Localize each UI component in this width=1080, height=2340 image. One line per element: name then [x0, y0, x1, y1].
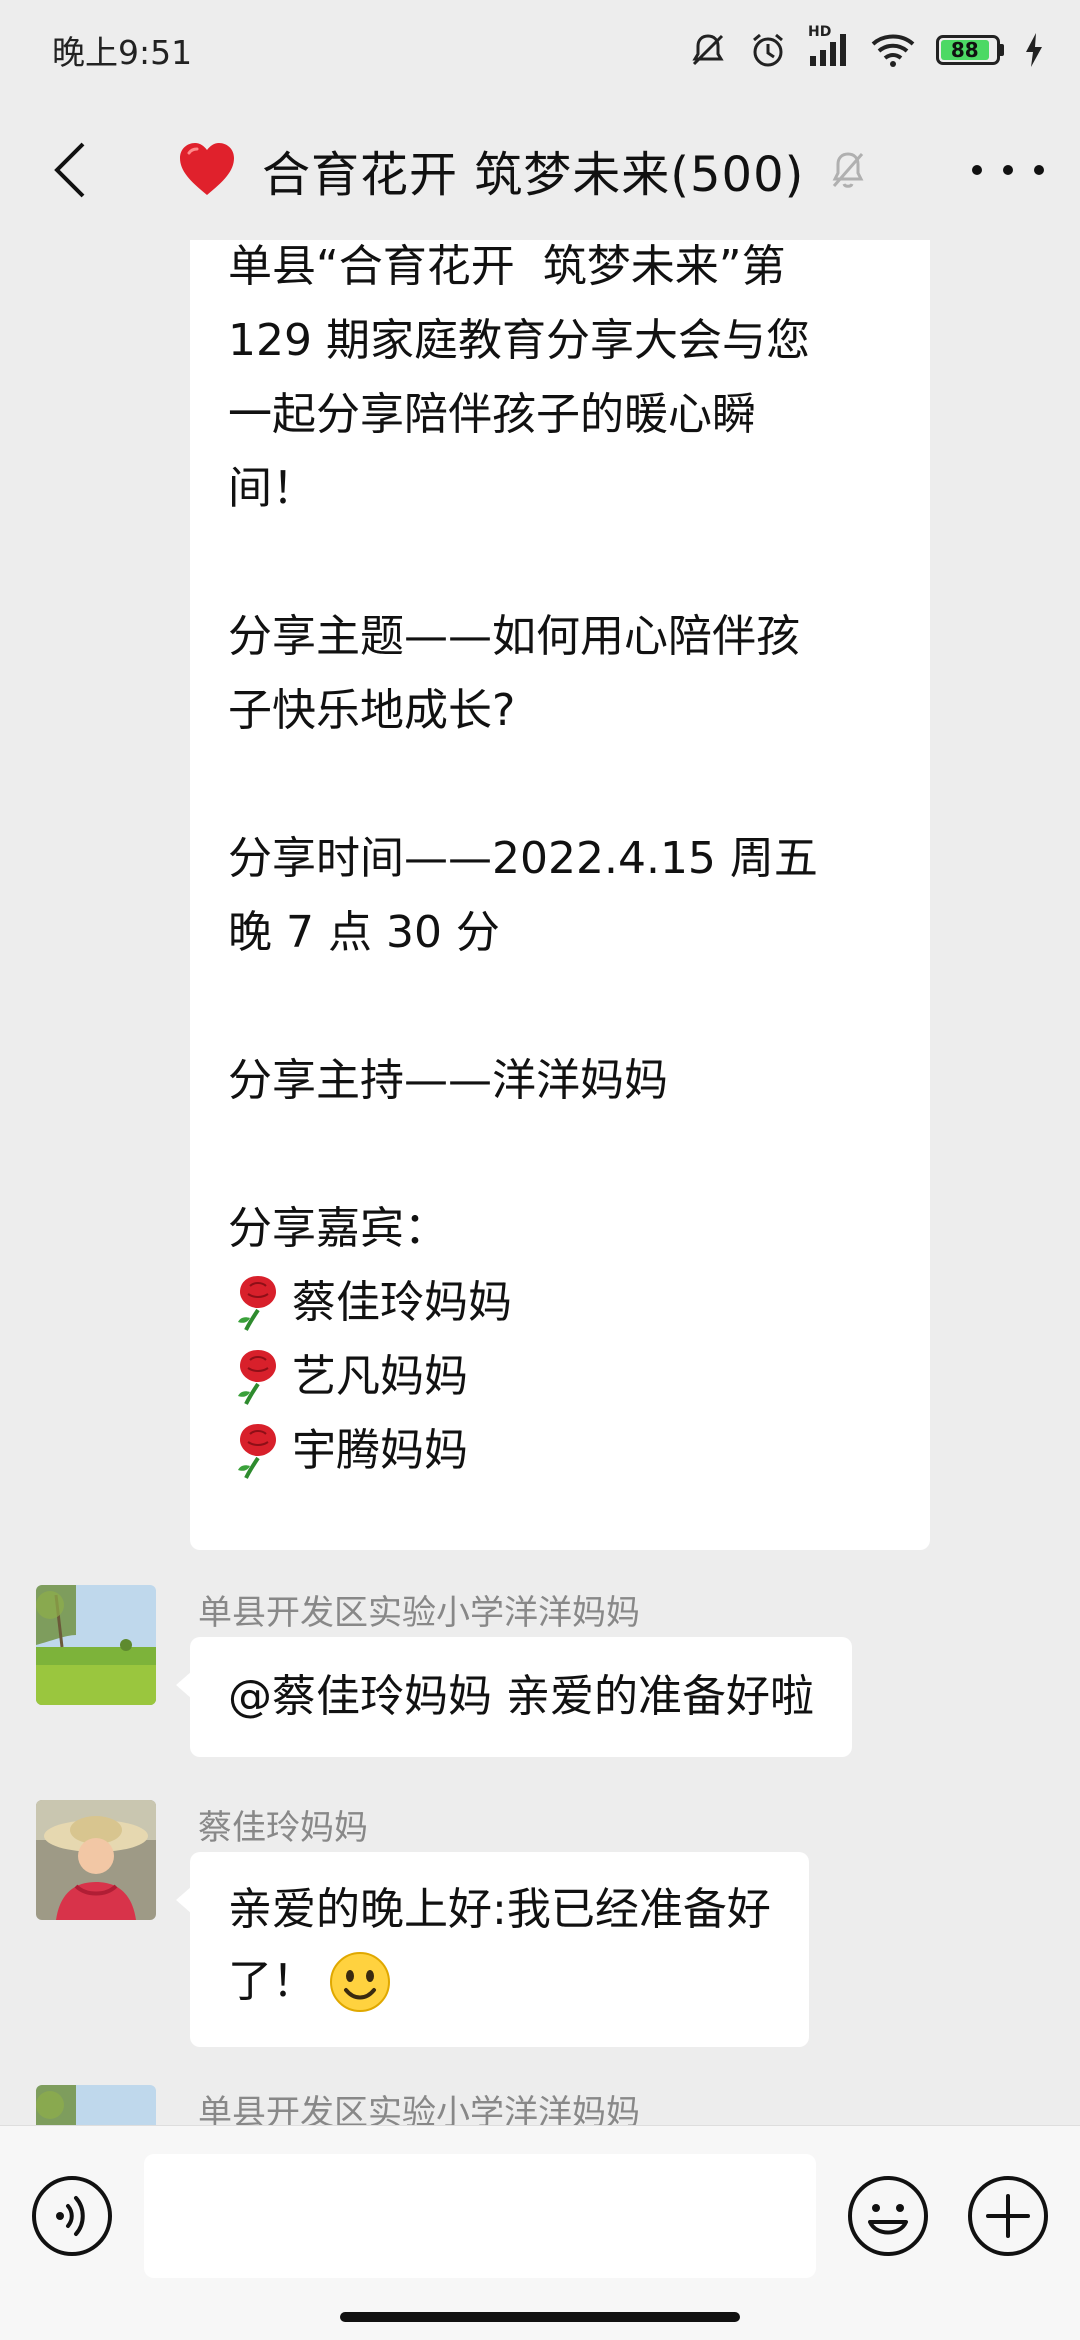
heart-icon — [180, 143, 234, 195]
chat-title: 合育花开 筑梦未来(500) — [262, 147, 805, 203]
landscape-avatar-image — [36, 2085, 156, 2125]
message-text-line: 单县“合育花开 筑梦未来”第 — [228, 241, 786, 292]
dot-icon — [1003, 165, 1013, 175]
message-text-line: 间！ — [228, 463, 316, 514]
avatar[interactable] — [36, 2085, 156, 2125]
chat-message: 单县开发区实验小学洋洋妈妈 — [36, 2085, 1044, 2125]
message-bubble[interactable]: 亲爱的晚上好:我已经准备好 了！ — [176, 1852, 809, 2047]
mute-notifications-icon — [692, 34, 724, 66]
announcement-message-bubble[interactable]: 单县“合育花开 筑梦未来”第 129 期家庭教育分享大会与您 一起分享陪伴孩子的… — [190, 240, 930, 1550]
guest-name: 蔡佳玲妈妈 — [292, 1277, 512, 1328]
rose-icon — [238, 1350, 276, 1405]
guest-line: 宇腾妈妈 — [228, 1414, 892, 1488]
voice-input-button[interactable] — [30, 2174, 114, 2258]
status-bar: 晚上9:51 HD 88 — [0, 0, 1080, 100]
status-icons: HD 88 — [688, 24, 1044, 70]
message-text-line: 晚 7 点 30 分 — [228, 907, 500, 958]
message-text-line: 分享嘉宾： — [228, 1203, 448, 1254]
sender-name: 单县开发区实验小学洋洋妈妈 — [198, 2093, 640, 2125]
landscape-avatar-image — [36, 1585, 156, 1705]
message-text-line: 一起分享陪伴孩子的暖心瞬 — [228, 389, 756, 440]
avatar[interactable] — [36, 1800, 156, 1920]
emoji-button[interactable] — [846, 2174, 930, 2258]
chat-input-bar — [0, 2125, 1080, 2340]
message-bubble[interactable]: @蔡佳玲妈妈 亲爱的准备好啦 — [176, 1637, 852, 1757]
sender-name: 单县开发区实验小学洋洋妈妈 — [198, 1593, 640, 1633]
guest-name: 宇腾妈妈 — [292, 1425, 468, 1476]
message-text-line: 子快乐地成长? — [228, 685, 516, 736]
battery-level: 88 — [941, 40, 989, 60]
smile-emoji-icon — [330, 1952, 390, 2012]
dot-icon — [972, 165, 982, 175]
chat-message: 单县开发区实验小学洋洋妈妈 @蔡佳玲妈妈 亲爱的准备好啦 — [36, 1585, 1044, 1765]
more-functions-button[interactable] — [966, 2174, 1050, 2258]
chat-message-list[interactable]: 单县“合育花开 筑梦未来”第 129 期家庭教育分享大会与您 一起分享陪伴孩子的… — [0, 240, 1080, 2125]
message-text-line: 分享时间——2022.4.15 周五 — [228, 833, 818, 884]
chat-header: 合育花开 筑梦未来(500) — [0, 100, 1080, 240]
cellular-signal-icon: HD — [808, 24, 850, 68]
chat-title-group: 合育花开 筑梦未来(500) — [176, 128, 868, 212]
guest-name: 艺凡妈妈 — [292, 1351, 468, 1402]
voice-icon — [32, 2176, 112, 2256]
back-button[interactable] — [40, 136, 100, 204]
plus-icon — [968, 2176, 1048, 2256]
avatar[interactable] — [36, 1585, 156, 1705]
wifi-icon — [871, 34, 915, 67]
person-avatar-image — [36, 1800, 156, 1920]
dot-icon — [1034, 165, 1044, 175]
message-text-line: 分享主题——如何用心陪伴孩 — [228, 611, 800, 662]
message-text-line: 亲爱的晚上好:我已经准备好 — [228, 1884, 771, 1935]
rose-icon — [238, 1424, 276, 1479]
guest-line: 艺凡妈妈 — [228, 1340, 892, 1414]
rose-icon — [238, 1276, 276, 1331]
chat-message: 蔡佳玲妈妈 亲爱的晚上好:我已经准备好 了！ — [36, 1800, 1044, 2047]
battery-icon: 88 — [936, 35, 1004, 65]
message-text-line: 了！ — [228, 1956, 316, 2007]
sender-name: 蔡佳玲妈妈 — [198, 1808, 368, 1848]
home-indicator[interactable] — [340, 2312, 740, 2322]
muted-bell-icon — [832, 152, 864, 188]
emoji-icon — [848, 2176, 928, 2256]
alarm-icon — [753, 33, 783, 67]
message-text-line: 分享主持——洋洋妈妈 — [228, 1055, 668, 1106]
charging-icon — [1026, 33, 1042, 67]
chevron-left-icon — [54, 142, 85, 198]
more-options-button[interactable] — [972, 144, 1044, 196]
guest-line: 蔡佳玲妈妈 — [228, 1266, 892, 1340]
message-text: @蔡佳玲妈妈 亲爱的准备好啦 — [228, 1671, 814, 1722]
message-input[interactable] — [144, 2154, 816, 2278]
status-time: 晚上9:51 — [52, 33, 193, 72]
message-text-line: 129 期家庭教育分享大会与您 — [228, 315, 810, 366]
